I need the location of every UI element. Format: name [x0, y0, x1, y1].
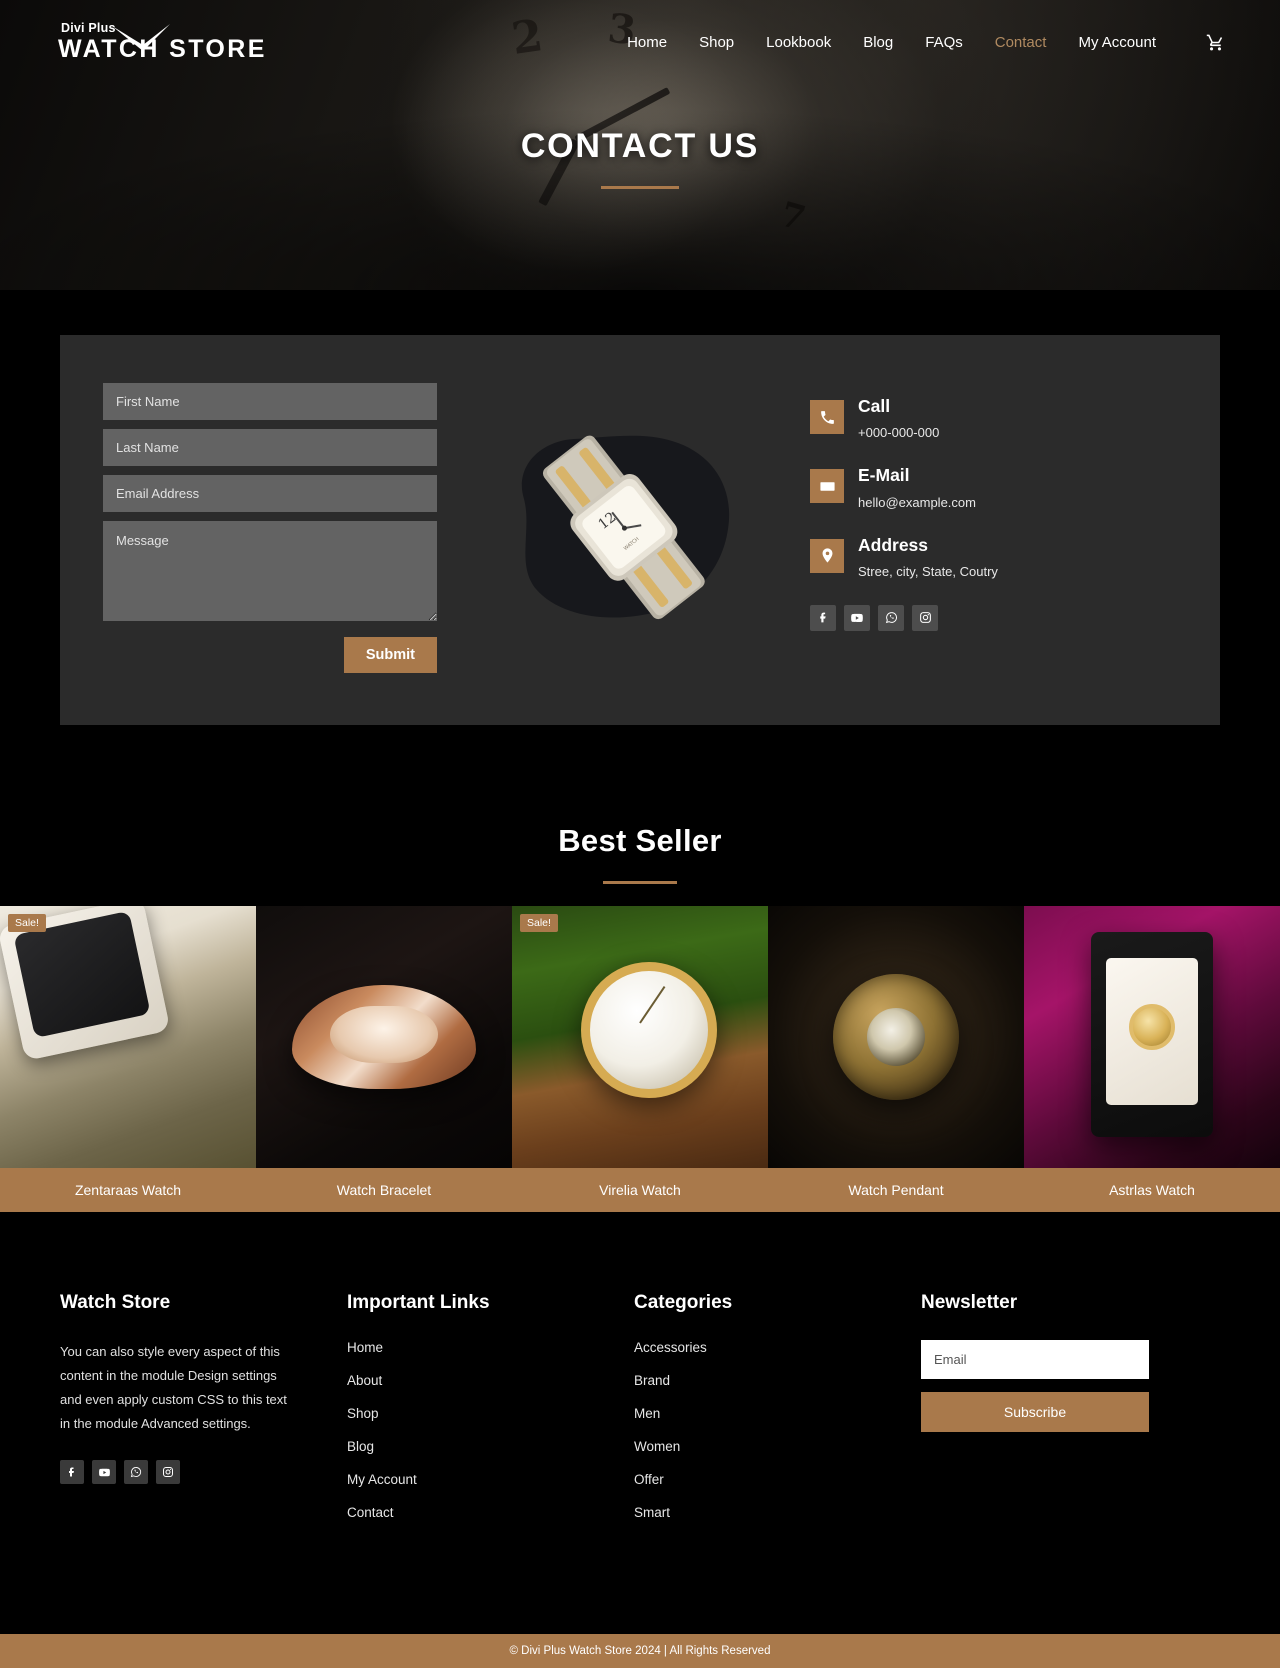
facebook-icon[interactable]: [60, 1460, 84, 1485]
footer-links-column: Important Links Home About Shop Blog My …: [347, 1292, 634, 1538]
newsletter-subscribe-button[interactable]: Subscribe: [921, 1392, 1149, 1432]
logo-main-text: WATCH STORE: [58, 35, 267, 64]
phone-icon: [810, 400, 844, 434]
footer-category-smart[interactable]: Smart: [634, 1505, 921, 1520]
hero-section: 2 3 7 Divi Plus WATCH STORE Home Shop Lo…: [0, 0, 1280, 290]
product-card[interactable]: Watch Pendant: [768, 906, 1024, 1212]
nav-item-lookbook[interactable]: Lookbook: [766, 34, 831, 51]
contact-info-title: E-Mail: [858, 465, 910, 486]
contact-section: Submit: [0, 290, 1280, 725]
best-seller-divider: [603, 881, 677, 884]
footer-category-brand[interactable]: Brand: [634, 1373, 921, 1388]
product-grid: Sale! Zentaraas Watch Watch Bracelet Sal…: [0, 906, 1280, 1212]
footer-about-column: Watch Store You can also style every asp…: [60, 1292, 347, 1538]
product-name[interactable]: Virelia Watch: [512, 1168, 768, 1212]
contact-form: Submit: [60, 383, 452, 673]
top-navigation-bar: Divi Plus WATCH STORE Home Shop Lookbook…: [0, 0, 1280, 84]
message-textarea[interactable]: [103, 521, 437, 621]
footer-link-my-account[interactable]: My Account: [347, 1472, 634, 1487]
footer-newsletter-column: Newsletter Subscribe: [921, 1292, 1220, 1538]
last-name-input[interactable]: [103, 429, 437, 466]
whatsapp-icon[interactable]: [124, 1460, 148, 1485]
newsletter-email-input[interactable]: [921, 1340, 1149, 1379]
watch-product-photo: 12 WATCH: [521, 435, 730, 620]
nav-item-contact[interactable]: Contact: [995, 34, 1047, 51]
footer-category-accessories[interactable]: Accessories: [634, 1340, 921, 1355]
submit-button[interactable]: Submit: [343, 637, 437, 673]
title-divider: [601, 186, 679, 189]
footer-newsletter-title: Newsletter: [921, 1292, 1018, 1313]
submit-row: Submit: [103, 637, 437, 673]
footer-categories-column: Categories Accessories Brand Men Women O…: [634, 1292, 921, 1538]
contact-info-address: Address Stree, city, State, Coutry: [810, 534, 1220, 579]
contact-info-title: Call: [858, 396, 891, 416]
contact-phone-value[interactable]: +000-000-000: [858, 425, 1220, 440]
whatsapp-icon[interactable]: [878, 604, 904, 631]
contact-panel: Submit: [60, 335, 1220, 725]
logo-top-text: Divi Plus: [61, 20, 116, 35]
product-card[interactable]: Sale! Virelia Watch: [512, 906, 768, 1212]
product-name[interactable]: Astrlas Watch: [1024, 1168, 1280, 1212]
map-pin-icon: [810, 538, 844, 573]
footer-link-home[interactable]: Home: [347, 1340, 634, 1355]
footer-link-blog[interactable]: Blog: [347, 1439, 634, 1454]
page-title: CONTACT US: [520, 127, 760, 165]
product-card[interactable]: Sale! Zentaraas Watch: [0, 906, 256, 1212]
footer: Watch Store You can also style every asp…: [0, 1212, 1280, 1538]
footer-links-title: Important Links: [347, 1292, 490, 1313]
nav-item-faqs[interactable]: FAQs: [925, 34, 963, 51]
footer-about-text: You can also style every aspect of this …: [60, 1344, 287, 1432]
sale-badge: Sale!: [520, 914, 558, 932]
nav-item-blog[interactable]: Blog: [863, 34, 893, 51]
footer-link-about[interactable]: About: [347, 1373, 634, 1388]
product-card[interactable]: Watch Bracelet: [256, 906, 512, 1212]
email-input[interactable]: [103, 475, 437, 512]
youtube-icon[interactable]: [844, 604, 870, 631]
sale-badge: Sale!: [8, 914, 46, 932]
footer-category-women[interactable]: Women: [634, 1439, 921, 1454]
footer-link-shop[interactable]: Shop: [347, 1406, 634, 1421]
best-seller-title: Best Seller: [558, 823, 722, 858]
footer-social-links: [60, 1460, 347, 1485]
instagram-icon[interactable]: [156, 1460, 180, 1485]
footer-category-offer[interactable]: Offer: [634, 1472, 921, 1487]
contact-email-value[interactable]: hello@example.com: [858, 495, 1220, 510]
contact-info-email: E-Mail hello@example.com: [810, 465, 1220, 510]
instagram-icon[interactable]: [912, 604, 938, 631]
contact-info-title: Address: [858, 534, 929, 555]
shopping-cart-icon[interactable]: [1206, 33, 1225, 52]
contact-watch-image: 12 WATCH: [452, 383, 792, 673]
youtube-icon[interactable]: [92, 1460, 116, 1485]
product-name[interactable]: Watch Bracelet: [256, 1168, 512, 1212]
nav-item-my-account[interactable]: My Account: [1078, 34, 1156, 51]
contact-social-links: [810, 604, 1220, 631]
footer-about-title: Watch Store: [60, 1292, 171, 1313]
product-card[interactable]: Astrlas Watch: [1024, 906, 1280, 1212]
contact-info-call: Call +000-000-000: [810, 396, 1220, 440]
product-name[interactable]: Zentaraas Watch: [0, 1168, 256, 1212]
nav-item-shop[interactable]: Shop: [699, 34, 734, 51]
envelope-icon: [810, 469, 844, 504]
facebook-icon[interactable]: [810, 604, 836, 631]
best-seller-section: Best Seller Sale! Zentaraas Watch Watch …: [0, 725, 1280, 1212]
nav-links: Home Shop Lookbook Blog FAQs Contact My …: [627, 33, 1225, 52]
first-name-input[interactable]: [103, 383, 437, 420]
site-logo[interactable]: Divi Plus WATCH STORE: [58, 22, 267, 63]
contact-address-value: Stree, city, State, Coutry: [858, 563, 998, 579]
page-root: 2 3 7 Divi Plus WATCH STORE Home Shop Lo…: [0, 0, 1280, 1668]
product-image: [768, 906, 1024, 1168]
footer-link-contact[interactable]: Contact: [347, 1505, 634, 1520]
contact-info-list: Call +000-000-000 E-Mail hello@example.c…: [792, 383, 1220, 673]
nav-item-home[interactable]: Home: [627, 34, 667, 51]
product-image: [256, 906, 512, 1168]
product-image: Sale!: [0, 906, 256, 1168]
footer-categories-title: Categories: [634, 1292, 733, 1313]
product-name[interactable]: Watch Pendant: [768, 1168, 1024, 1212]
footer-category-men[interactable]: Men: [634, 1406, 921, 1421]
product-image: [1024, 906, 1280, 1168]
product-image: Sale!: [512, 906, 768, 1168]
